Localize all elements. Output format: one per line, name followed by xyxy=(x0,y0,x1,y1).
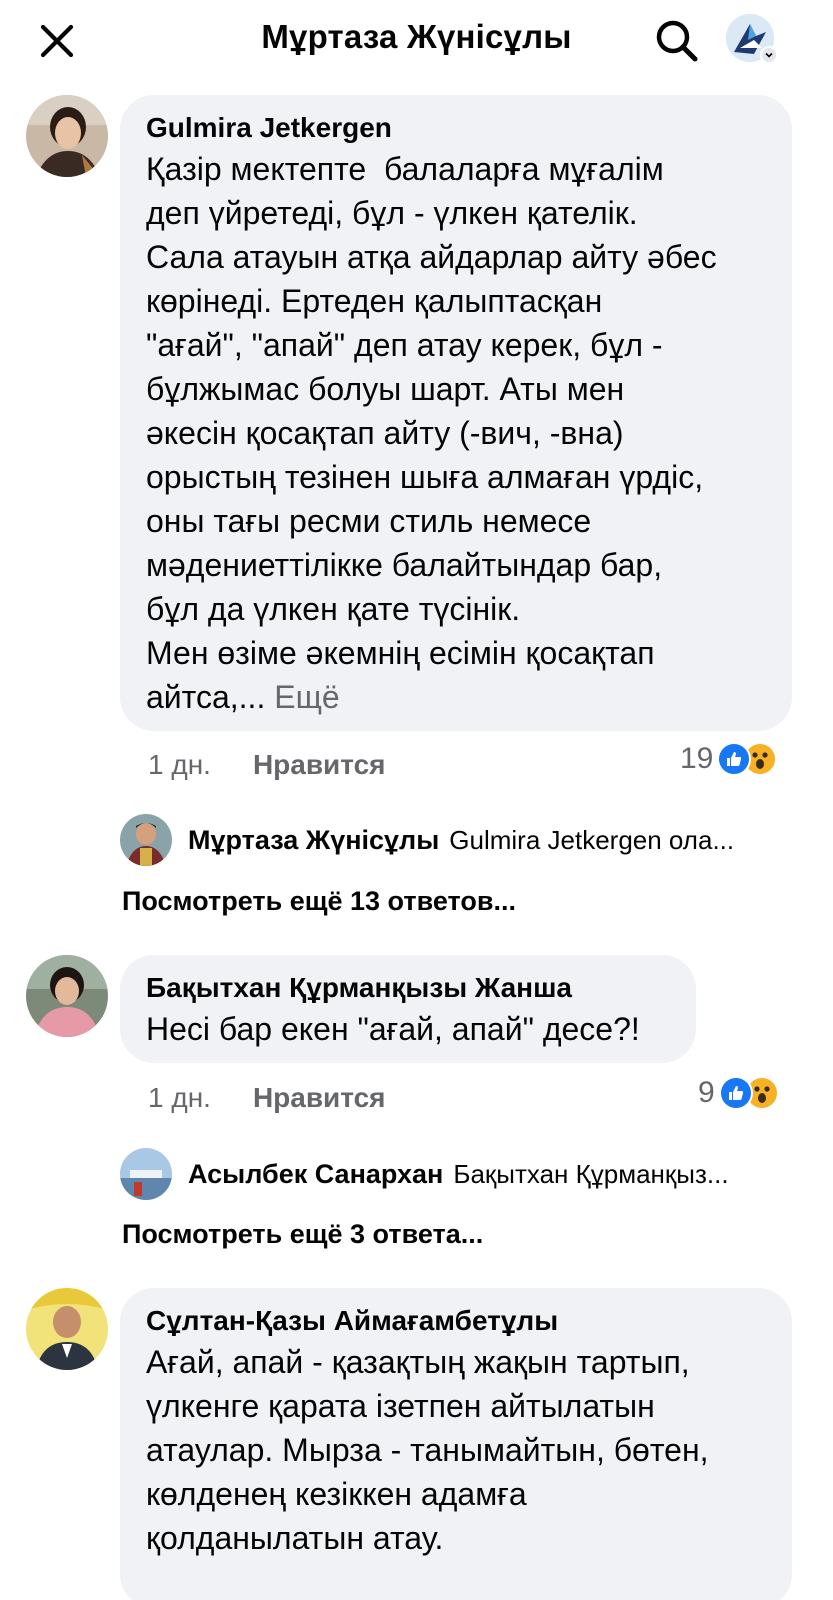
reactions-summary[interactable]: 9 xyxy=(698,1076,779,1110)
chevron-down-icon xyxy=(760,46,778,64)
reaction-count: 19 xyxy=(680,742,714,775)
comment-body: Қазір мектепте балаларға мұғалім деп үйр… xyxy=(146,151,717,715)
search-button[interactable] xyxy=(650,14,702,66)
comment-author[interactable]: Сұлтан-Қазы Аймағамбетұлы xyxy=(146,1302,766,1340)
comment-time[interactable]: 1 дн. xyxy=(148,1082,211,1114)
comment-actions: 1 дн. Нравится xyxy=(148,745,386,785)
like-reaction-icon xyxy=(718,1076,753,1110)
reply-author: Асылбек Санархан xyxy=(188,1158,444,1189)
profile-switcher[interactable] xyxy=(726,14,778,66)
comment-actions: 1 дн. Нравится xyxy=(148,1078,386,1118)
reactions-summary[interactable]: 19 xyxy=(680,742,778,776)
top-bar: Мұртаза Жүнісұлы xyxy=(0,0,833,80)
reply-snippet: Gulmira Jetkergen ола... xyxy=(449,824,735,855)
comment-bubble: Сұлтан-Қазы Аймағамбетұлы Ағай, апай - қ… xyxy=(120,1288,792,1600)
reply-preview[interactable]: Асылбек Санархан Бақытхан Құрманқыз... xyxy=(120,1148,800,1200)
comment-time[interactable]: 1 дн. xyxy=(148,749,211,781)
see-more-link[interactable]: Ещё xyxy=(274,679,339,715)
comment-bubble: Бақытхан Құрманқызы Жанша Несі бар екен … xyxy=(120,955,696,1063)
comment-author[interactable]: Gulmira Jetkergen xyxy=(146,109,766,147)
comment-text: Несі бар екен "ағай, апай" десе?! xyxy=(146,1011,640,1047)
avatar[interactable] xyxy=(26,95,108,177)
reaction-count: 9 xyxy=(698,1076,715,1109)
view-more-replies[interactable]: Посмотреть ещё 3 ответа... xyxy=(122,1219,483,1250)
avatar xyxy=(120,814,172,866)
comment-author[interactable]: Бақытхан Құрманқызы Жанша xyxy=(146,969,670,1007)
search-icon xyxy=(656,20,698,62)
reply-snippet: Бақытхан Құрманқыз... xyxy=(453,1158,729,1189)
view-more-replies[interactable]: Посмотреть ещё 13 ответов... xyxy=(122,886,516,917)
avatar xyxy=(120,1148,172,1200)
reply-preview[interactable]: Мұртаза Жүнісұлы Gulmira Jetkergen ола..… xyxy=(120,814,800,866)
like-button[interactable]: Нравится xyxy=(253,1082,386,1114)
reply-author: Мұртаза Жүнісұлы xyxy=(188,824,440,855)
avatar[interactable] xyxy=(26,955,108,1037)
comment-text: Ағай, апай - қазақтың жақын тартып, үлке… xyxy=(146,1344,709,1556)
comment-bubble: Gulmira Jetkergen Қазір мектепте балалар… xyxy=(120,95,792,731)
page-title: Мұртаза Жүнісұлы xyxy=(261,18,572,55)
like-button[interactable]: Нравится xyxy=(253,749,386,781)
comment-text: Қазір мектепте балаларға мұғалім деп үйр… xyxy=(146,147,766,719)
avatar[interactable] xyxy=(26,1288,108,1370)
